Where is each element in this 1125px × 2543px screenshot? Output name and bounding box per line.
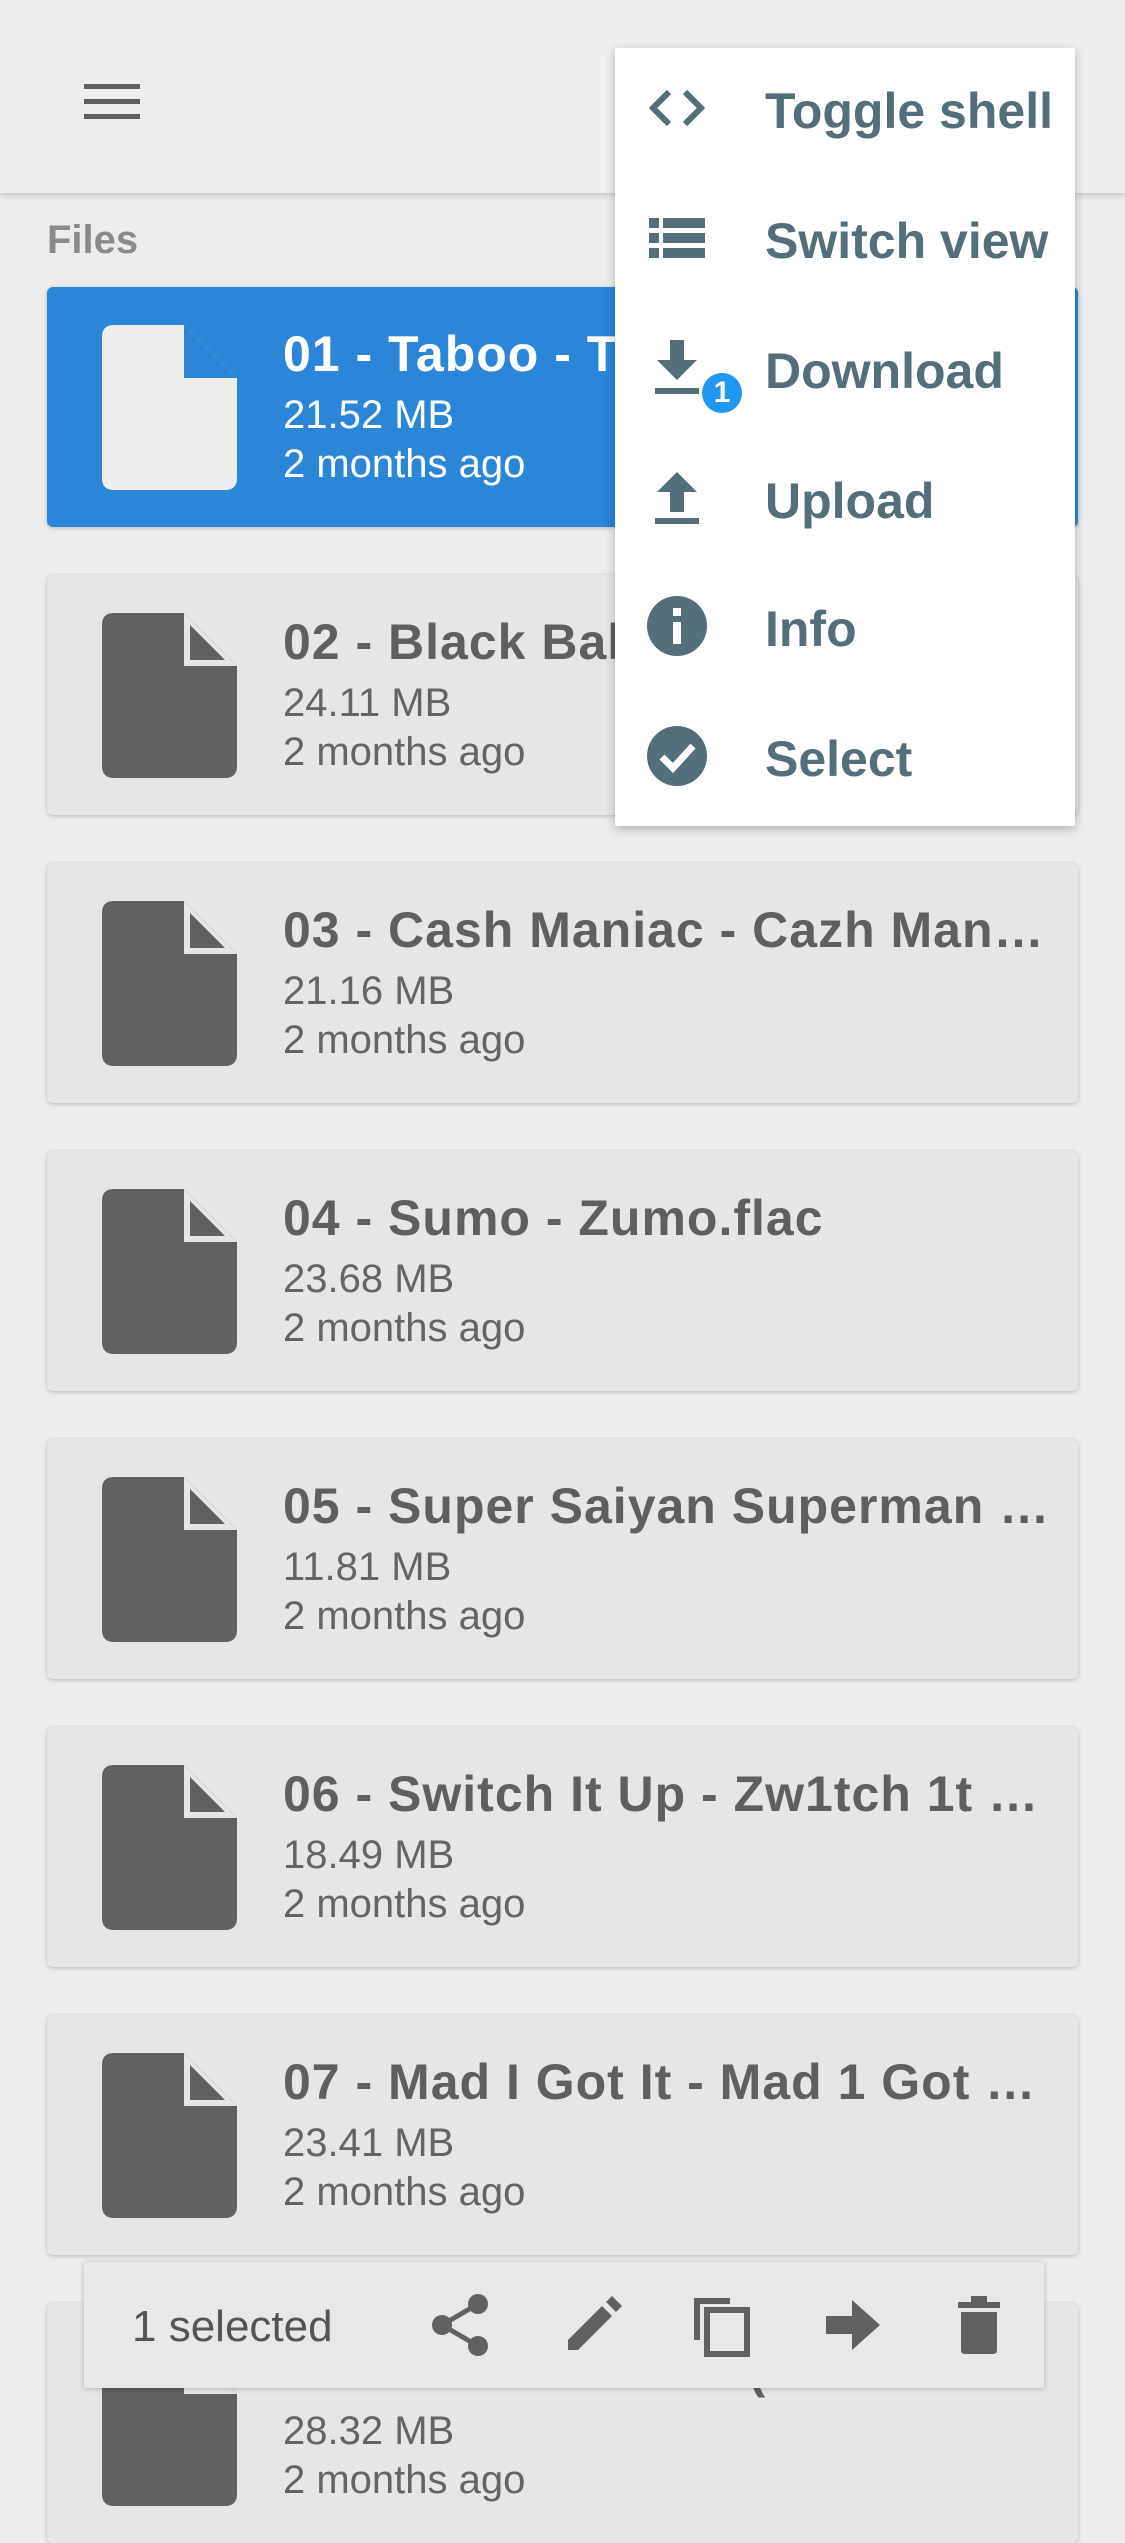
file-modified: 2 months ago	[283, 1882, 526, 1926]
file-name: 04 - Sumo - Zumo.flac	[283, 1190, 824, 1246]
upload-icon	[655, 472, 699, 524]
file-name: 07 - Mad I Got It - Mad 1 Got 1t.flac	[283, 2054, 1063, 2110]
copy-icon[interactable]	[688, 2292, 754, 2358]
file-icon	[102, 613, 237, 778]
menu-item-info[interactable]: Info	[615, 566, 1075, 686]
menu-item-label: Download	[765, 343, 1004, 399]
menu-item-label: Upload	[765, 473, 935, 529]
menu-item-download[interactable]: 1 Download	[615, 308, 1075, 428]
menu-item-select[interactable]: Select	[615, 696, 1075, 816]
section-title: Files	[47, 218, 139, 262]
hamburger-menu-icon[interactable]	[70, 60, 154, 144]
file-size: 24.11 MB	[283, 681, 452, 725]
file-modified: 2 months ago	[283, 442, 526, 486]
selected-count: 1 selected	[132, 2302, 333, 2351]
code-brackets-icon	[648, 89, 706, 127]
file-modified: 2 months ago	[283, 2170, 526, 2214]
file-modified: 2 months ago	[283, 1018, 526, 1062]
menu-item-label: Select	[765, 731, 913, 787]
edit-icon[interactable]	[560, 2292, 626, 2358]
file-size: 21.52 MB	[283, 393, 455, 437]
menu-item-label: Info	[765, 601, 857, 657]
file-item[interactable]: 05 - Super Saiyan Superman - Zuper Za1ya…	[47, 1439, 1078, 1679]
file-size: 21.16 MB	[283, 969, 455, 1013]
list-view-icon	[649, 218, 705, 258]
file-name: 03 - Cash Maniac - Cazh Man1ac.flac	[283, 902, 1063, 958]
file-modified: 2 months ago	[283, 1306, 526, 1350]
file-icon	[102, 1765, 237, 1930]
download-count-badge: 1	[702, 373, 742, 413]
file-item[interactable]: 07 - Mad I Got It - Mad 1 Got 1t.flac 23…	[47, 2015, 1078, 2255]
file-icon	[102, 325, 237, 490]
menu-item-toggle-shell[interactable]: Toggle shell	[615, 48, 1075, 168]
file-size: 23.41 MB	[283, 2121, 455, 2165]
file-size: 23.68 MB	[283, 1257, 455, 1301]
check-circle-icon	[647, 726, 707, 786]
file-item[interactable]: 06 - Switch It Up - Zw1tch 1t Up.flac 18…	[47, 1727, 1078, 1967]
file-modified: 2 months ago	[283, 730, 526, 774]
file-icon	[102, 2053, 237, 2218]
share-icon[interactable]	[428, 2292, 494, 2358]
file-icon	[102, 1189, 237, 1354]
delete-icon[interactable]	[946, 2292, 1012, 2358]
overflow-menu: Toggle shell Switch view 1 Download Uplo…	[615, 48, 1075, 826]
menu-item-label: Switch view	[765, 213, 1049, 269]
file-size: 11.81 MB	[283, 1545, 452, 1589]
file-name: 05 - Super Saiyan Superman - Zuper Za1ya…	[283, 1478, 1063, 1534]
file-name: 06 - Switch It Up - Zw1tch 1t Up.flac	[283, 1766, 1063, 1822]
file-size: 28.32 MB	[283, 2409, 455, 2453]
file-item[interactable]: 03 - Cash Maniac - Cazh Man1ac.flac 21.1…	[47, 863, 1078, 1103]
file-modified: 2 months ago	[283, 2458, 526, 2502]
file-item[interactable]: 04 - Sumo - Zumo.flac 23.68 MB 2 months …	[47, 1151, 1078, 1391]
info-icon	[647, 596, 707, 656]
download-icon	[655, 340, 699, 394]
selection-action-bar: 1 selected	[84, 2262, 1044, 2388]
file-modified: 2 months ago	[283, 1594, 526, 1638]
file-icon	[102, 901, 237, 1066]
move-icon[interactable]	[820, 2292, 886, 2358]
menu-item-switch-view[interactable]: Switch view	[615, 178, 1075, 298]
menu-item-label: Toggle shell	[765, 83, 1053, 139]
menu-item-upload[interactable]: Upload	[615, 438, 1075, 558]
file-icon	[102, 1477, 237, 1642]
file-size: 18.49 MB	[283, 1833, 455, 1877]
